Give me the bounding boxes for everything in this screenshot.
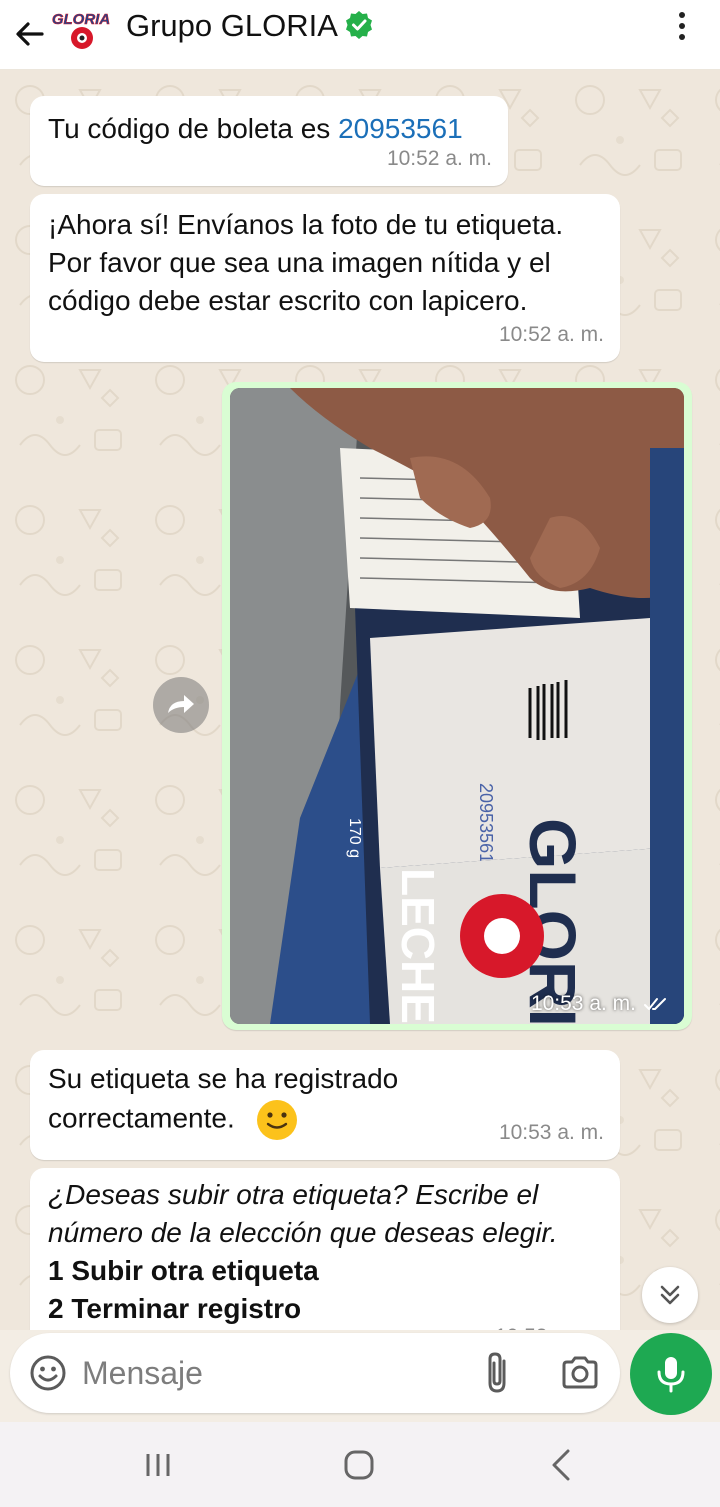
double-check-icon	[644, 998, 666, 1010]
photo-weight-text: 170 g	[346, 818, 363, 858]
message-option-1: 1 Subir otra etiqueta	[48, 1255, 319, 1286]
message-text: ¿Deseas subir otra etiqueta? Escribe el …	[48, 1176, 608, 1328]
back-button[interactable]	[10, 14, 50, 54]
message-text: Su etiqueta se ha registrado correctamen…	[48, 1060, 428, 1142]
system-back-icon[interactable]	[548, 1448, 574, 1482]
verified-check-icon	[346, 11, 372, 39]
logo-text: GLORIA	[52, 11, 110, 28]
microphone-icon	[657, 1357, 685, 1393]
photo-handwritten-code: 20953561	[476, 783, 496, 863]
incoming-message[interactable]: ¡Ahora sí! Envíanos la foto de tu etique…	[30, 194, 620, 362]
forward-icon	[168, 695, 194, 713]
voice-record-button[interactable]	[630, 1333, 712, 1415]
camera-icon[interactable]	[560, 1353, 600, 1393]
incoming-message[interactable]: Su etiqueta se ha registrado correctamen…	[30, 1050, 620, 1160]
scroll-to-bottom-button[interactable]	[642, 1267, 698, 1323]
outgoing-image-message[interactable]: 20953561 GLORIA LECHE 170 g 10:53 a. m.	[222, 382, 692, 1030]
message-input[interactable]	[82, 1349, 462, 1397]
home-icon[interactable]	[342, 1449, 376, 1481]
message-time: 10:53 a. m.	[498, 1121, 604, 1144]
label-photo[interactable]: 20953561 GLORIA LECHE 170 g	[230, 388, 684, 1024]
chat-title[interactable]: Grupo GLORIA	[126, 8, 338, 44]
incoming-message[interactable]: ¿Deseas subir otra etiqueta? Escribe el …	[30, 1168, 620, 1330]
chat-header: GLORIA Grupo GLORIA	[0, 0, 720, 70]
message-time: 10:52 a. m.	[498, 323, 604, 346]
more-vertical-icon[interactable]	[664, 6, 700, 46]
message-time: 10:52 a. m.	[386, 147, 492, 170]
smiley-emoji-icon	[256, 1100, 297, 1140]
chat-area[interactable]: Tu código de boleta es 20953561 10:52 a.…	[0, 70, 720, 1330]
system-navigation-bar	[0, 1422, 720, 1507]
emoji-icon[interactable]	[28, 1353, 68, 1393]
photo-product-text: LECHE	[392, 868, 444, 1024]
arrow-left-icon	[16, 22, 44, 46]
message-text: ¡Ahora sí! Envíanos la foto de tu etique…	[48, 209, 564, 316]
double-chevron-down-icon	[660, 1285, 680, 1305]
incoming-message[interactable]: Tu código de boleta es 20953561 10:52 a.…	[30, 96, 508, 186]
image-message-time: 10:53 a. m.	[531, 992, 668, 1016]
forward-button[interactable]	[153, 677, 209, 733]
message-composer	[10, 1333, 620, 1413]
message-time: 10:53 a. m.	[495, 1318, 600, 1330]
gloria-logo-avatar[interactable]: GLORIA	[52, 6, 110, 52]
message-question: ¿Deseas subir otra etiqueta? Escribe el …	[48, 1179, 558, 1248]
recent-apps-icon[interactable]	[142, 1450, 174, 1480]
attach-clip-icon[interactable]	[480, 1351, 516, 1395]
